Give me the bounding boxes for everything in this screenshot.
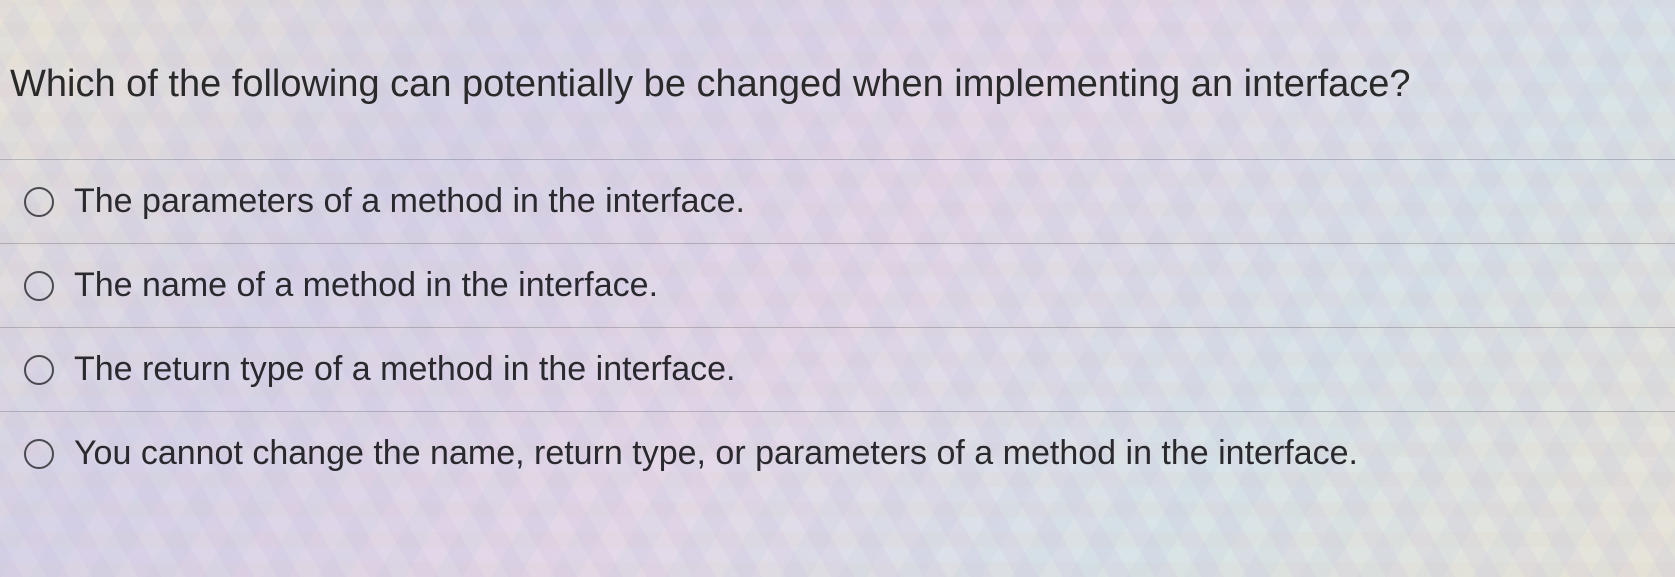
options-list: The parameters of a method in the interf… (0, 159, 1675, 495)
radio-icon (24, 439, 54, 469)
option-4[interactable]: You cannot change the name, return type,… (0, 412, 1675, 495)
option-label: The name of a method in the interface. (74, 266, 658, 305)
option-3[interactable]: The return type of a method in the inter… (0, 328, 1675, 412)
radio-icon (24, 187, 54, 217)
radio-icon (24, 355, 54, 385)
option-label: The parameters of a method in the interf… (74, 182, 745, 221)
radio-icon (24, 271, 54, 301)
option-label: The return type of a method in the inter… (74, 350, 736, 389)
question-text: Which of the following can potentially b… (0, 0, 1675, 159)
question-container: Which of the following can potentially b… (0, 0, 1675, 495)
option-2[interactable]: The name of a method in the interface. (0, 244, 1675, 328)
option-1[interactable]: The parameters of a method in the interf… (0, 160, 1675, 244)
option-label: You cannot change the name, return type,… (74, 434, 1358, 473)
